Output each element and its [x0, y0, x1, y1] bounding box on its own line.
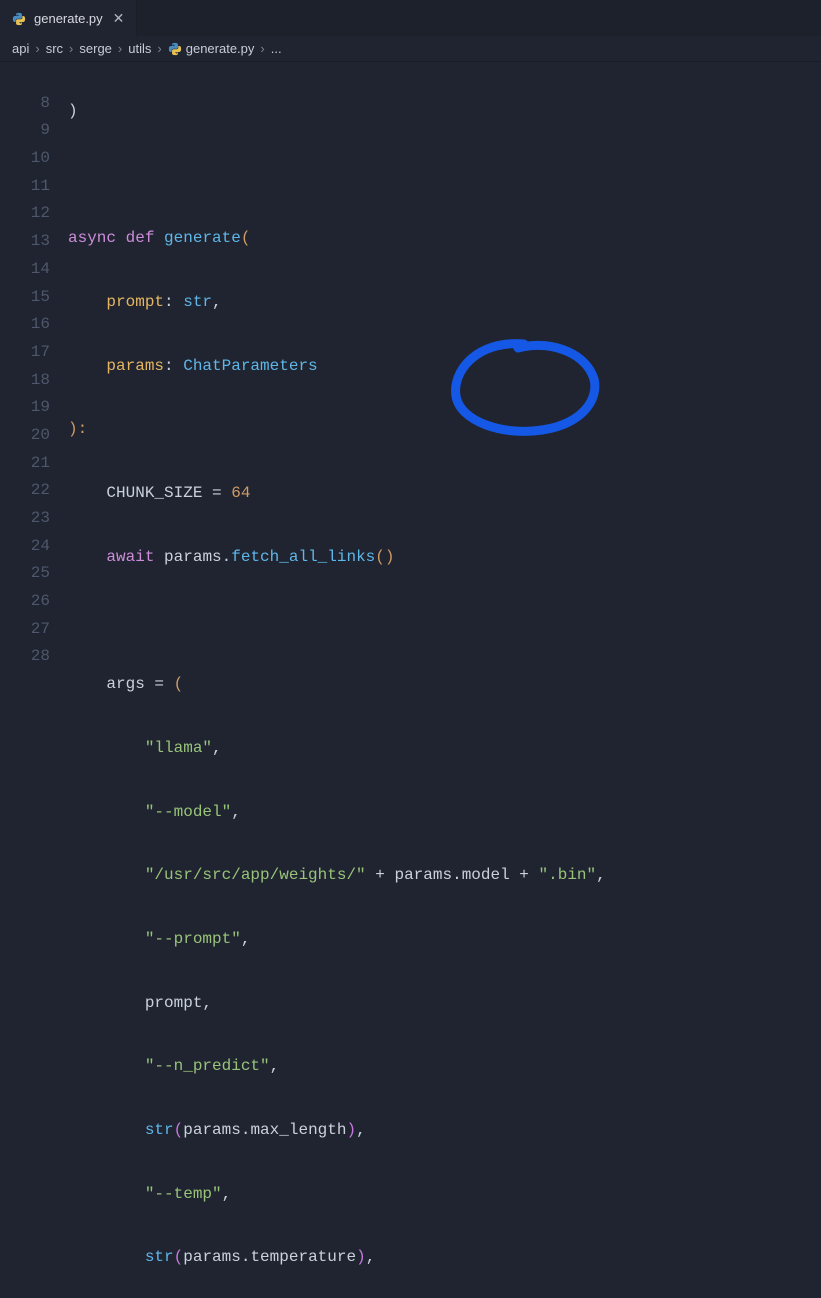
chevron-right-icon: › — [258, 41, 266, 56]
crumb-utils[interactable]: utils — [128, 41, 151, 56]
python-file-icon — [168, 42, 182, 56]
chevron-right-icon: › — [33, 41, 41, 56]
tab-bar: generate.py ✕ — [0, 0, 821, 36]
code-editor[interactable]: 8 9 10 11 12 13 14 15 16 17 18 19 20 21 … — [0, 62, 821, 649]
code-content[interactable]: ) async def generate( prompt: str, param… — [68, 62, 821, 649]
crumb-file[interactable]: generate.py — [186, 41, 255, 56]
crumb-src[interactable]: src — [46, 41, 63, 56]
python-file-icon — [12, 12, 26, 26]
crumb-serge[interactable]: serge — [79, 41, 112, 56]
tab-filename: generate.py — [34, 11, 103, 26]
crumb-api[interactable]: api — [12, 41, 29, 56]
breadcrumb: api › src › serge › utils › generate.py … — [0, 36, 821, 62]
chevron-right-icon: › — [67, 41, 75, 56]
chevron-right-icon: › — [116, 41, 124, 56]
tab-generate-py[interactable]: generate.py ✕ — [0, 0, 137, 36]
line-number-gutter: 8 9 10 11 12 13 14 15 16 17 18 19 20 21 … — [0, 62, 68, 649]
chevron-right-icon: › — [155, 41, 163, 56]
tab-close-icon[interactable]: ✕ — [111, 10, 127, 27]
crumb-ellipsis[interactable]: ... — [271, 41, 282, 56]
